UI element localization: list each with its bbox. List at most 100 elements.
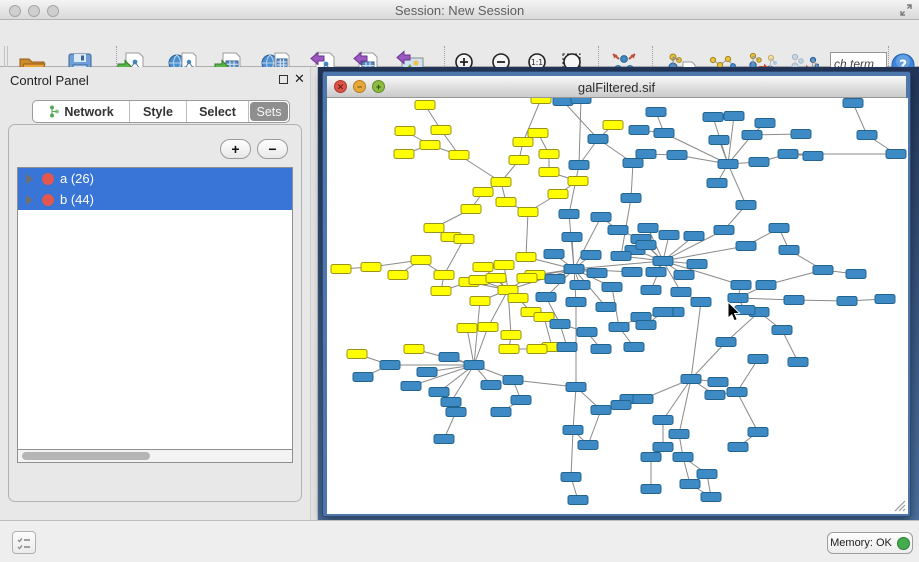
graph-node: [772, 326, 792, 335]
window-title: Session: New Session: [0, 3, 919, 18]
memory-status-button[interactable]: Memory: OK: [827, 532, 913, 554]
graph-node: [424, 224, 444, 233]
set-row-b[interactable]: b (44): [18, 189, 292, 210]
graph-node: [724, 112, 744, 121]
tab-network[interactable]: Network: [33, 101, 130, 122]
graph-node: [636, 150, 656, 159]
network-frame-titlebar[interactable]: ✕ − + galFiltered.sif: [327, 76, 906, 98]
graph-node: [347, 350, 367, 359]
remove-set-button[interactable]: −: [257, 139, 288, 159]
add-set-button[interactable]: +: [220, 139, 251, 159]
graph-node: [449, 151, 469, 160]
fullscreen-icon[interactable]: [899, 3, 913, 17]
graph-node: [420, 141, 440, 150]
graph-node: [511, 396, 531, 405]
graph-node: [611, 252, 631, 261]
graph-node: [501, 331, 521, 340]
expand-caret-icon[interactable]: [26, 174, 33, 184]
graph-node: [629, 126, 649, 135]
graph-node: [716, 338, 736, 347]
graph-node: [401, 382, 421, 391]
graph-node: [581, 251, 601, 260]
graph-node: [550, 320, 570, 329]
graph-node: [803, 152, 823, 161]
network-frame-title: galFiltered.sif: [327, 80, 906, 95]
graph-node: [602, 283, 622, 292]
graph-node: [608, 226, 628, 235]
graph-node: [570, 281, 590, 290]
graph-node: [561, 473, 581, 482]
graph-node: [603, 121, 623, 130]
tab-style[interactable]: Style: [130, 101, 187, 122]
task-history-button[interactable]: [12, 531, 36, 554]
graph-node: [727, 388, 747, 397]
graph-node: [636, 241, 656, 250]
network-frame[interactable]: ✕ − + galFiltered.sif: [322, 71, 911, 517]
graph-node: [611, 401, 631, 410]
control-panel-tabs: Network Style Select Sets: [32, 100, 290, 123]
graph-node: [499, 345, 519, 354]
graph-node: [353, 373, 373, 382]
graph-node: [415, 101, 435, 110]
tab-select[interactable]: Select: [187, 101, 249, 122]
control-panel: Control Panel ✕ Network Style Select Set…: [0, 67, 310, 520]
graph-node: [591, 406, 611, 415]
split-pane-divider[interactable]: [310, 67, 318, 520]
graph-node: [380, 361, 400, 370]
graph-node: [434, 435, 454, 444]
graph-node: [837, 297, 857, 306]
set-row-a[interactable]: a (26): [18, 168, 292, 189]
graph-node: [755, 119, 775, 128]
float-panel-icon[interactable]: [279, 75, 288, 84]
sets-list[interactable]: a (26) b (44): [17, 167, 293, 450]
graph-node: [748, 355, 768, 364]
graph-node: [394, 150, 414, 159]
graph-node: [478, 323, 498, 332]
graph-node: [404, 345, 424, 354]
graph-node: [578, 441, 598, 450]
close-panel-icon[interactable]: ✕: [294, 71, 305, 87]
graph-node: [633, 395, 653, 404]
expand-caret-icon[interactable]: [26, 195, 33, 205]
graph-node: [846, 270, 866, 279]
graph-node: [596, 303, 616, 312]
graph-node: [553, 98, 573, 106]
set-label: a (26): [60, 171, 94, 186]
graph-node: [769, 224, 789, 233]
graph-node: [778, 150, 798, 159]
window-titlebar[interactable]: Session: New Session: [0, 0, 919, 20]
graph-node: [731, 281, 751, 290]
graph-node: [735, 306, 755, 315]
tab-label: Sets: [256, 105, 281, 119]
graph-node: [714, 226, 734, 235]
graph-node: [571, 98, 591, 104]
graph-node: [687, 260, 707, 269]
graph-node: [569, 161, 589, 170]
graph-node: [528, 129, 548, 138]
network-graph[interactable]: [327, 98, 908, 514]
graph-node: [562, 233, 582, 242]
tab-label: Select: [199, 105, 236, 119]
graph-node: [654, 129, 674, 138]
resize-grip-icon[interactable]: [894, 500, 906, 512]
horizontal-scrollbar[interactable]: [17, 450, 293, 463]
graph-node: [653, 416, 673, 425]
graph-node: [653, 257, 673, 266]
graph-node: [756, 281, 776, 290]
tab-sets[interactable]: Sets: [250, 102, 288, 121]
network-canvas[interactable]: [327, 98, 908, 514]
network-desktop: ✕ − + galFiltered.sif: [318, 67, 919, 520]
graph-node: [441, 398, 461, 407]
graph-node: [417, 368, 437, 377]
graph-node: [843, 99, 863, 108]
scrollbar-thumb[interactable]: [22, 452, 150, 460]
graph-node: [439, 353, 459, 362]
graph-node: [646, 268, 666, 277]
set-color-icon: [42, 173, 54, 185]
graph-node: [749, 158, 769, 167]
graph-node: [566, 298, 586, 307]
graph-node: [429, 388, 449, 397]
graph-node: [513, 138, 533, 147]
graph-node: [748, 428, 768, 437]
graph-node: [641, 286, 661, 295]
